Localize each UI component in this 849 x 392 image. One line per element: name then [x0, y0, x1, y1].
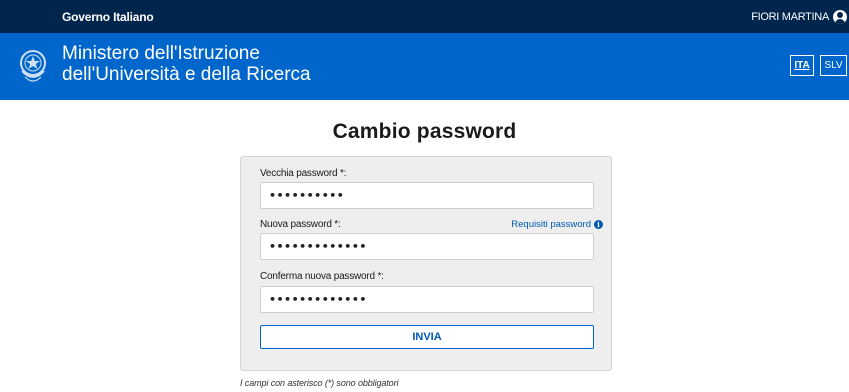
password-requirements-link[interactable]: Requisiti password i: [511, 219, 603, 230]
ministry-name[interactable]: Ministero dell'Istruzione dell'Universit…: [62, 43, 311, 85]
page-title: Cambio password: [332, 120, 517, 143]
confirm-password-field[interactable]: •••••••••••••: [260, 286, 594, 313]
language-ita-button[interactable]: ITA: [790, 55, 814, 76]
new-password-label: Nuova password *:: [260, 219, 341, 230]
user-circle-icon[interactable]: [833, 10, 847, 24]
site-header: Ministero dell'Istruzione dell'Universit…: [0, 33, 849, 100]
italian-republic-emblem-icon: [20, 50, 46, 82]
change-password-form: Vecchia password *: •••••••••• Nuova pas…: [240, 156, 612, 371]
new-password-field[interactable]: •••••••••••••: [260, 233, 594, 260]
old-password-label: Vecchia password *:: [260, 168, 347, 179]
top-bar: Governo Italiano FIORI MARTINA: [0, 0, 849, 33]
password-requirements-label[interactable]: Requisiti password: [511, 219, 591, 230]
confirm-password-label: Conferma nuova password *:: [260, 271, 384, 282]
info-icon[interactable]: i: [594, 220, 603, 229]
user-name[interactable]: FIORI MARTINA: [751, 11, 829, 23]
submit-button[interactable]: INVIA: [260, 325, 594, 349]
user-menu[interactable]: FIORI MARTINA: [751, 8, 847, 26]
language-slv-button[interactable]: SLV: [820, 55, 847, 76]
old-password-field[interactable]: ••••••••••: [260, 182, 594, 209]
required-fields-note: I campi con asterisco (*) sono obbligato…: [240, 378, 399, 388]
ministry-name-line2[interactable]: dell'Università e della Ricerca: [62, 64, 311, 85]
government-label[interactable]: Governo Italiano: [62, 10, 154, 24]
ministry-name-line1[interactable]: Ministero dell'Istruzione: [62, 43, 311, 64]
